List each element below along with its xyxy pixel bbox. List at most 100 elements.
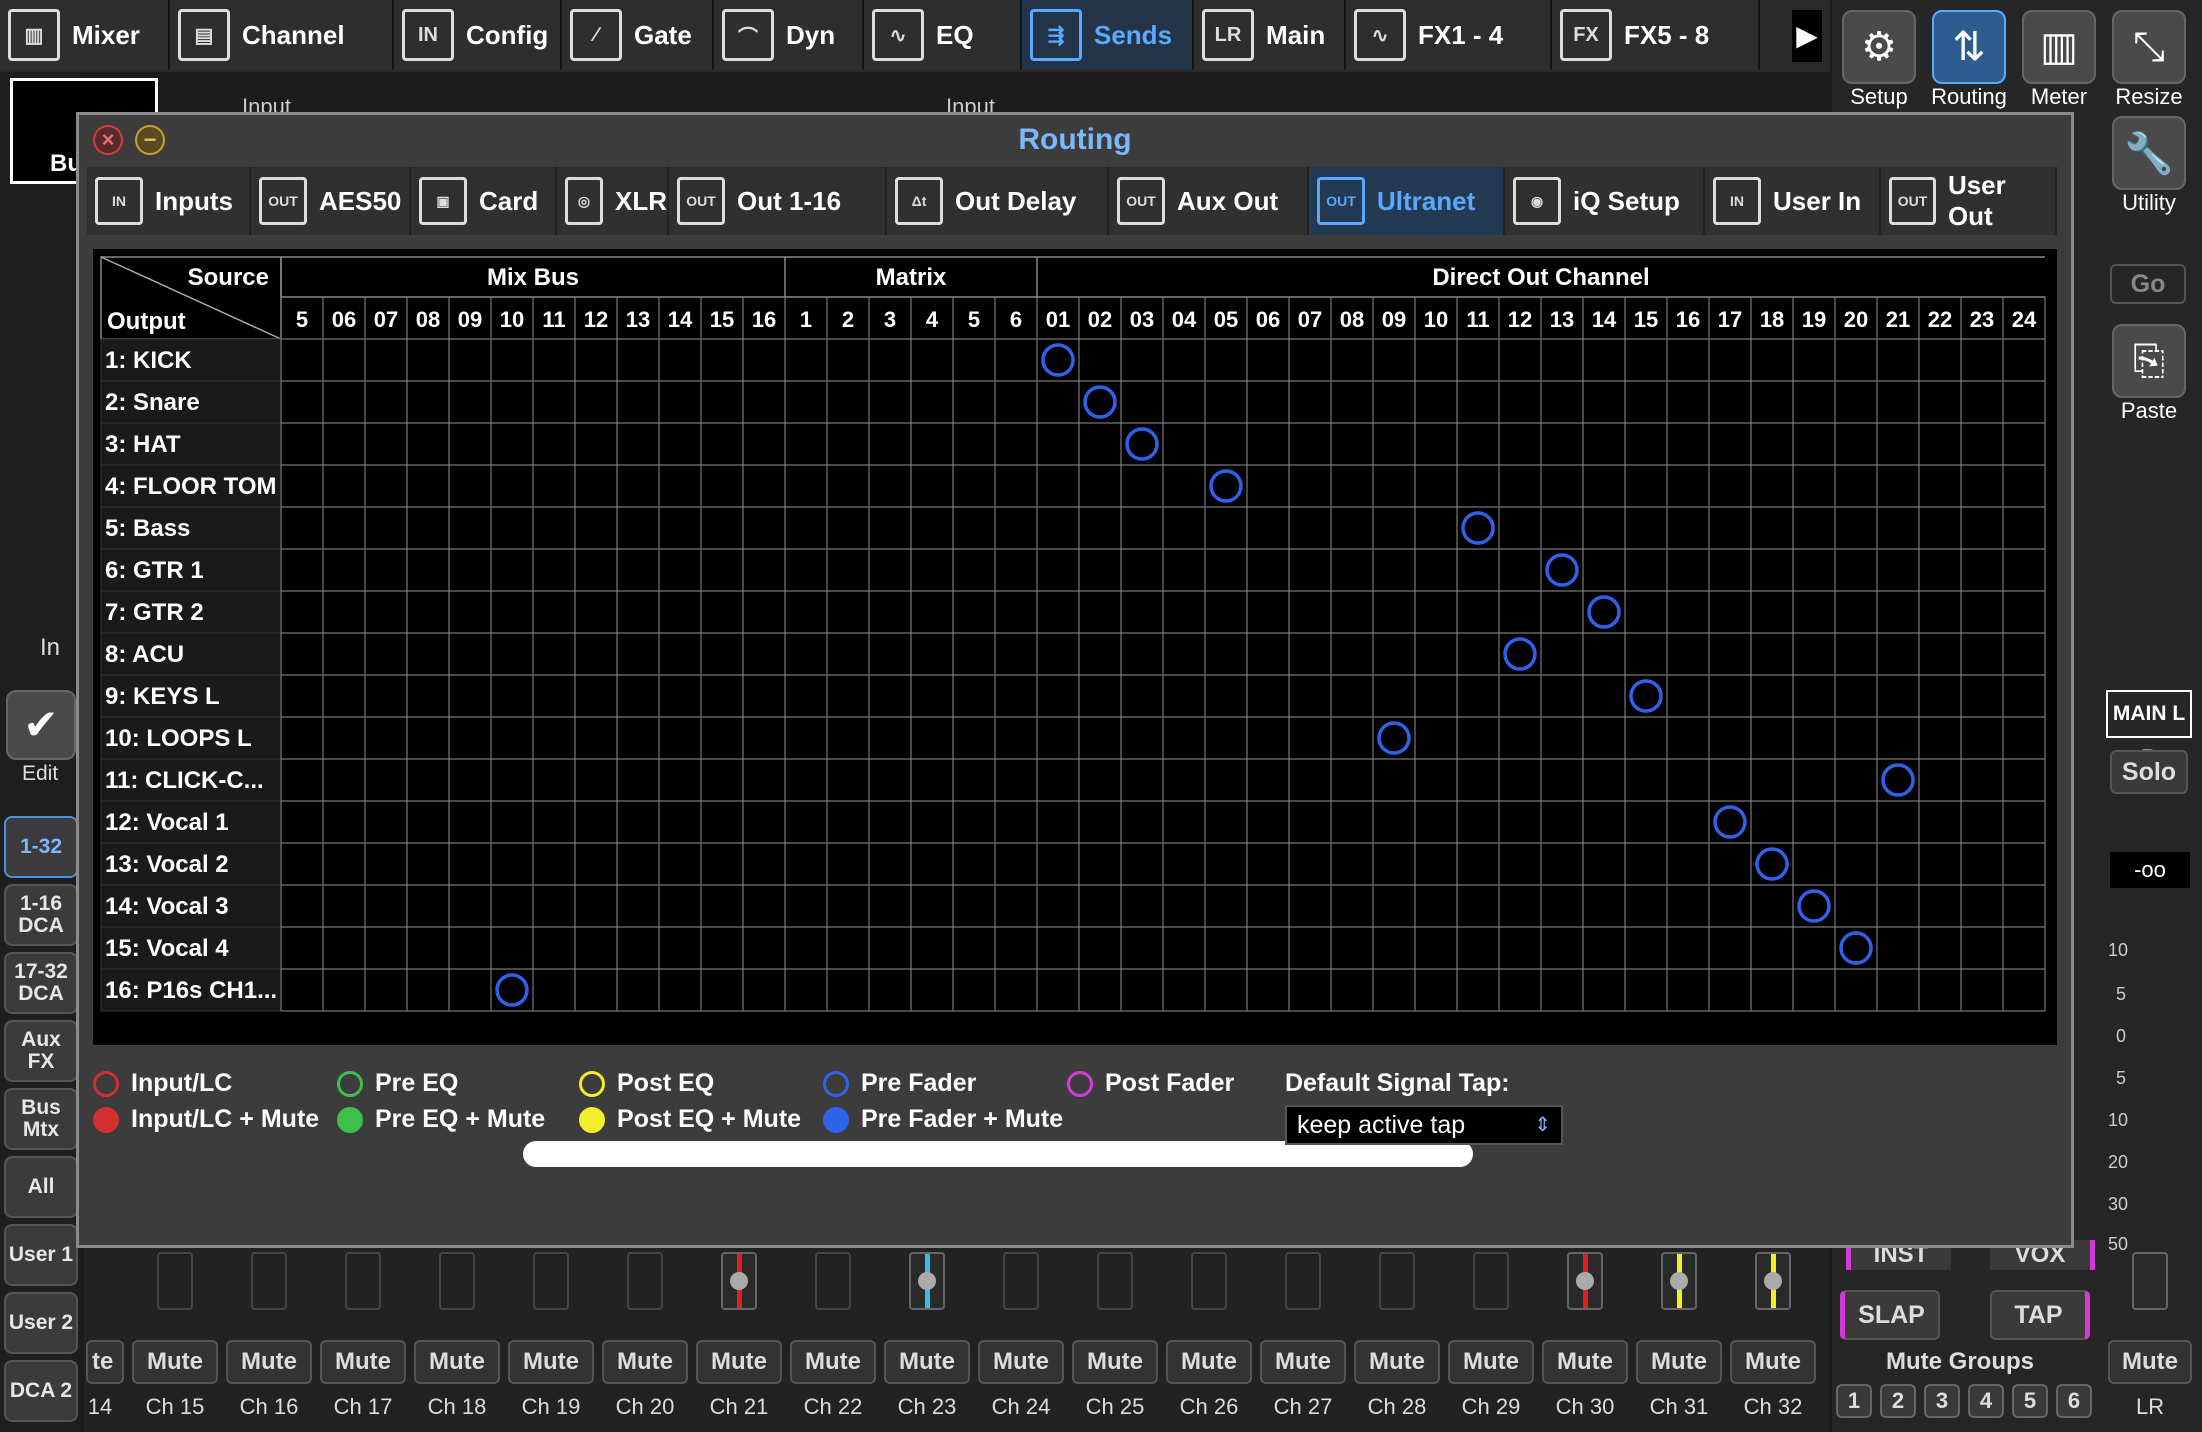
utility-button[interactable]: 🔧 Utility bbox=[2107, 116, 2191, 216]
channel-fader[interactable] bbox=[533, 1252, 569, 1310]
mute-button[interactable]: Mute bbox=[790, 1340, 876, 1384]
mute-button[interactable]: Mute bbox=[1542, 1340, 1628, 1384]
nav-tab-mixer[interactable]: ▥ Mixer bbox=[0, 0, 170, 70]
layer-aux-fx[interactable]: Aux FX bbox=[4, 1020, 78, 1082]
mute-button[interactable]: Mute bbox=[1636, 1340, 1722, 1384]
mute-button[interactable]: Mute bbox=[226, 1340, 312, 1384]
routing-tab-xlr[interactable]: ◎ XLR bbox=[557, 167, 669, 235]
mute-button[interactable]: Mute bbox=[602, 1340, 688, 1384]
channel-fader[interactable] bbox=[1755, 1252, 1791, 1310]
channel-fader[interactable] bbox=[157, 1252, 193, 1310]
layer-1-16-dca[interactable]: 1-16 DCA bbox=[4, 884, 78, 946]
layer-bus-mtx[interactable]: Bus Mtx bbox=[4, 1088, 78, 1150]
route-marker[interactable] bbox=[1881, 763, 1915, 797]
route-marker[interactable] bbox=[1545, 553, 1579, 587]
channel-fader[interactable] bbox=[815, 1252, 851, 1310]
partial-mute-button[interactable]: te bbox=[86, 1340, 124, 1384]
layer-all[interactable]: All bbox=[4, 1156, 78, 1218]
route-marker[interactable] bbox=[1629, 679, 1663, 713]
nav-tab-fx5-8[interactable]: FX FX5 - 8 bbox=[1552, 0, 1760, 70]
mute-button[interactable]: Mute bbox=[1072, 1340, 1158, 1384]
route-marker[interactable] bbox=[1503, 637, 1537, 671]
routing-tab-ultranet[interactable]: OUT Ultranet bbox=[1309, 167, 1505, 235]
route-marker[interactable] bbox=[1713, 805, 1747, 839]
edit-button[interactable]: ✔ bbox=[6, 690, 76, 760]
routing-tab-user-in[interactable]: IN User In bbox=[1705, 167, 1881, 235]
mute-group-button[interactable]: 6 bbox=[2056, 1384, 2092, 1418]
solo-button[interactable]: Solo bbox=[2110, 750, 2188, 794]
tap-button[interactable]: TAP bbox=[1990, 1290, 2090, 1340]
channel-fader[interactable] bbox=[909, 1252, 945, 1310]
routing-tab-card[interactable]: ▣ Card bbox=[411, 167, 557, 235]
nav-tab-sends[interactable]: ⇶ Sends bbox=[1022, 0, 1194, 70]
layer-user-1[interactable]: User 1 bbox=[4, 1224, 78, 1286]
channel-fader[interactable] bbox=[1473, 1252, 1509, 1310]
routing-tab-iq-setup[interactable]: ◉ iQ Setup bbox=[1505, 167, 1705, 235]
route-marker[interactable] bbox=[1083, 385, 1117, 419]
nav-next-arrow-icon[interactable]: ▶ bbox=[1792, 10, 1822, 62]
mute-button[interactable]: Mute bbox=[1354, 1340, 1440, 1384]
layer-17-32-dca[interactable]: 17-32 DCA bbox=[4, 952, 78, 1014]
routing-tab-out-delay[interactable]: Δt Out Delay bbox=[887, 167, 1109, 235]
channel-fader[interactable] bbox=[627, 1252, 663, 1310]
slap-button[interactable]: SLAP bbox=[1840, 1290, 1940, 1340]
mute-group-button[interactable]: 5 bbox=[2012, 1384, 2048, 1418]
resize-button[interactable]: ⤡ Resize bbox=[2107, 10, 2191, 110]
lr-mute-button[interactable]: Mute bbox=[2108, 1340, 2192, 1384]
route-marker[interactable] bbox=[1755, 847, 1789, 881]
routing-tab-inputs[interactable]: IN Inputs bbox=[87, 167, 251, 235]
nav-tab-gate[interactable]: ∕ Gate bbox=[562, 0, 714, 70]
routing-tab-aux-out[interactable]: OUT Aux Out bbox=[1109, 167, 1309, 235]
layer-user-2[interactable]: User 2 bbox=[4, 1292, 78, 1354]
routing-grid-svg[interactable]: SourceOutput Mix Bus Matrix Direct Out Chan… bbox=[93, 249, 2057, 1045]
channel-fader[interactable] bbox=[345, 1252, 381, 1310]
mute-button[interactable]: Mute bbox=[978, 1340, 1064, 1384]
mute-button[interactable]: Mute bbox=[320, 1340, 406, 1384]
route-marker[interactable] bbox=[1377, 721, 1411, 755]
channel-fader[interactable] bbox=[439, 1252, 475, 1310]
channel-fader[interactable] bbox=[1379, 1252, 1415, 1310]
mute-button[interactable]: Mute bbox=[884, 1340, 970, 1384]
mute-button[interactable]: Mute bbox=[1730, 1340, 1816, 1384]
route-marker[interactable] bbox=[1587, 595, 1621, 629]
lr-fader[interactable] bbox=[2132, 1252, 2168, 1310]
route-marker[interactable] bbox=[1839, 931, 1873, 965]
mute-group-button[interactable]: 3 bbox=[1924, 1384, 1960, 1418]
route-marker[interactable] bbox=[495, 973, 529, 1007]
nav-tab-config[interactable]: IN Config bbox=[394, 0, 562, 70]
channel-fader[interactable] bbox=[1097, 1252, 1133, 1310]
route-marker[interactable] bbox=[1125, 427, 1159, 461]
mute-group-button[interactable]: 4 bbox=[1968, 1384, 2004, 1418]
routing-tab-aes50[interactable]: OUT AES50 bbox=[251, 167, 411, 235]
meter-button[interactable]: ▥ Meter bbox=[2017, 10, 2101, 110]
nav-tab-channel[interactable]: ▤ Channel bbox=[170, 0, 394, 70]
channel-fader[interactable] bbox=[1567, 1252, 1603, 1310]
channel-fader[interactable] bbox=[251, 1252, 287, 1310]
go-button[interactable]: Go bbox=[2110, 264, 2186, 304]
routing-button[interactable]: ⇅ Routing bbox=[1927, 10, 2011, 110]
channel-fader[interactable] bbox=[1285, 1252, 1321, 1310]
nav-tab-main[interactable]: LR Main bbox=[1194, 0, 1346, 70]
layer-1-32[interactable]: 1-32 bbox=[4, 816, 78, 878]
route-marker[interactable] bbox=[1797, 889, 1831, 923]
channel-fader[interactable] bbox=[721, 1252, 757, 1310]
route-marker[interactable] bbox=[1041, 343, 1075, 377]
setup-button[interactable]: ⚙ Setup bbox=[1837, 10, 1921, 110]
nav-tab-dyn[interactable]: ⌒ Dyn bbox=[714, 0, 864, 70]
routing-tab-user-out[interactable]: OUT User Out bbox=[1881, 167, 2057, 235]
mute-button[interactable]: Mute bbox=[1448, 1340, 1534, 1384]
channel-fader[interactable] bbox=[1191, 1252, 1227, 1310]
mute-button[interactable]: Mute bbox=[132, 1340, 218, 1384]
channel-fader[interactable] bbox=[1003, 1252, 1039, 1310]
mute-group-button[interactable]: 2 bbox=[1880, 1384, 1916, 1418]
channel-fader[interactable] bbox=[1661, 1252, 1697, 1310]
mute-button[interactable]: Mute bbox=[1166, 1340, 1252, 1384]
mute-button[interactable]: Mute bbox=[1260, 1340, 1346, 1384]
nav-tab-fx1-4[interactable]: ∿ FX1 - 4 bbox=[1346, 0, 1552, 70]
mute-button[interactable]: Mute bbox=[508, 1340, 594, 1384]
route-marker[interactable] bbox=[1209, 469, 1243, 503]
paste-button[interactable]: ⎘ Paste bbox=[2107, 324, 2191, 424]
layer-dca-2[interactable]: DCA 2 bbox=[4, 1360, 78, 1422]
routing-tab-out-1-16[interactable]: OUT Out 1-16 bbox=[669, 167, 887, 235]
mute-button[interactable]: Mute bbox=[414, 1340, 500, 1384]
